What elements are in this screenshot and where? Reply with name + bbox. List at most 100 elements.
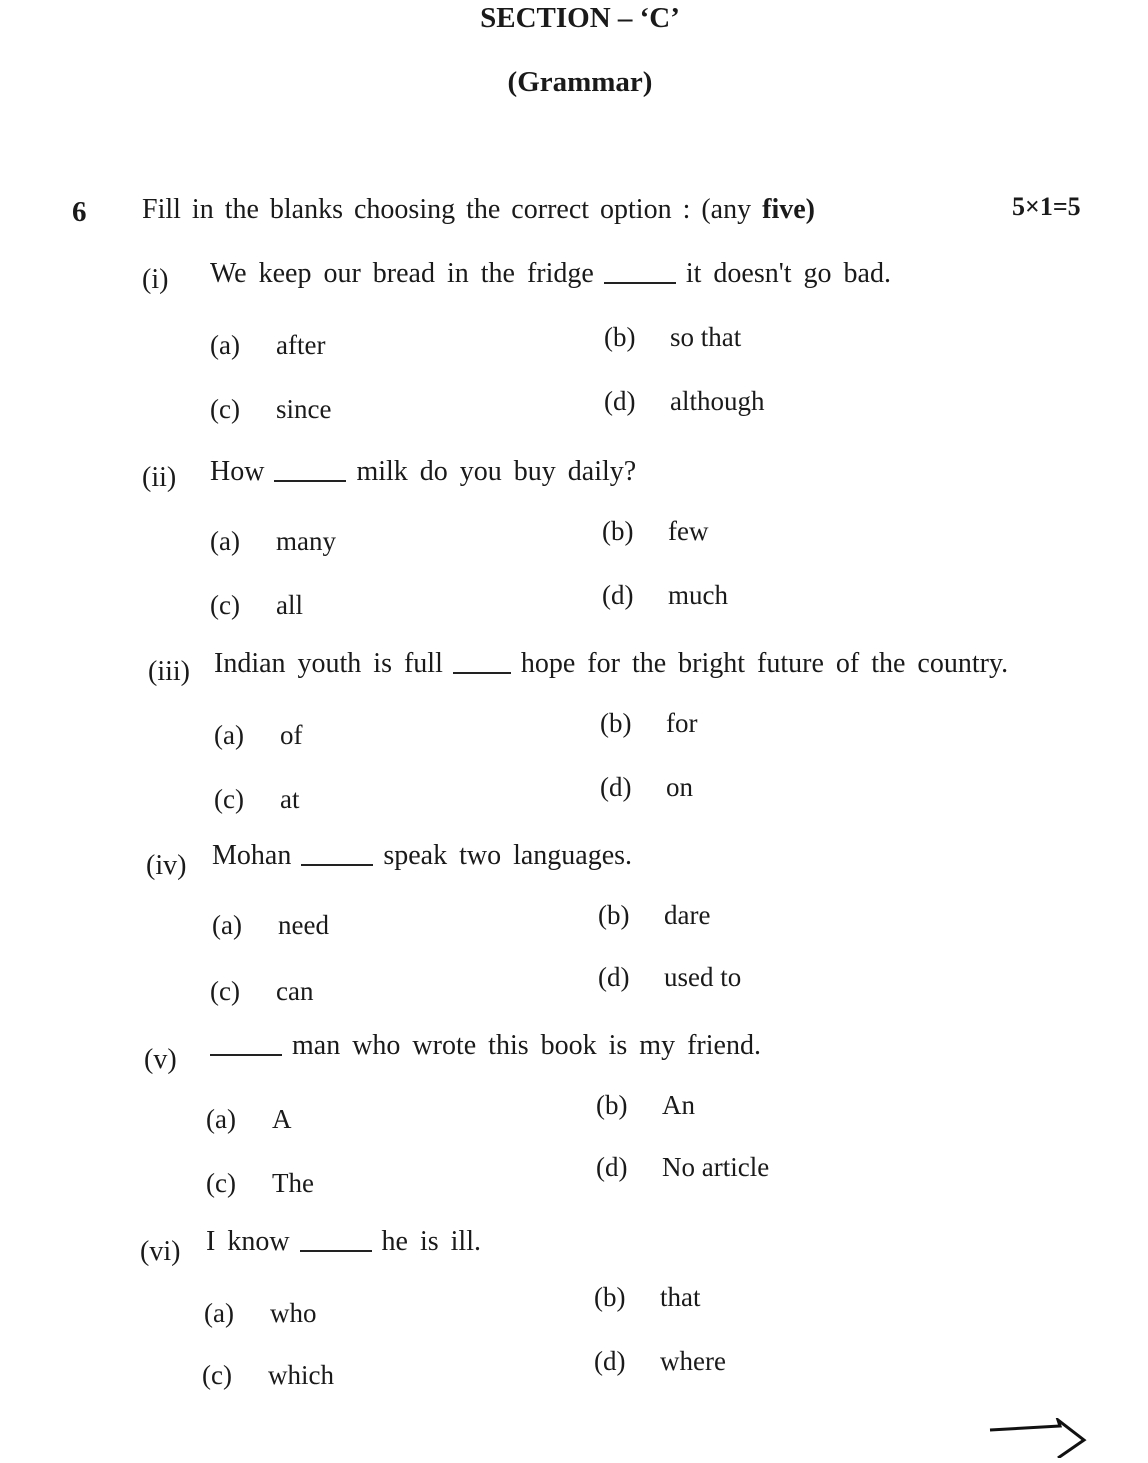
option-text: who — [270, 1298, 317, 1328]
option-b[interactable]: (b) dare — [598, 900, 710, 931]
item-label: (iv) — [146, 850, 187, 881]
option-text: An — [662, 1090, 695, 1120]
item-text-after: he is ill. — [381, 1226, 481, 1257]
option-text: of — [280, 720, 303, 750]
option-a[interactable]: (a) who — [204, 1298, 317, 1329]
option-c[interactable]: (c) The — [206, 1168, 314, 1199]
option-text: which — [268, 1360, 334, 1390]
option-label: (c) — [210, 976, 240, 1006]
item-text-after: it doesn't go bad. — [685, 258, 891, 289]
option-label: (d) — [602, 580, 634, 610]
option-d[interactable]: (d) where — [594, 1346, 726, 1377]
option-d[interactable]: (d) used to — [598, 962, 741, 993]
item-text: Indian youth is full hope for the bright … — [214, 648, 1008, 680]
marks: 5×1=5 — [1012, 192, 1081, 221]
item-label: (iii) — [148, 656, 190, 687]
blank — [299, 1230, 372, 1252]
option-a[interactable]: (a) of — [214, 720, 303, 751]
option-b[interactable]: (b) that — [594, 1282, 701, 1313]
option-text: so that — [670, 322, 742, 352]
option-text: on — [666, 772, 693, 802]
option-b[interactable]: (b) few — [602, 516, 708, 547]
right-arrow-icon — [988, 1415, 1088, 1463]
blank — [274, 460, 347, 482]
item-text-before: I know — [206, 1226, 290, 1257]
item-text: We keep our bread in the fridge it doesn'… — [210, 258, 891, 290]
option-b[interactable]: (b) An — [596, 1090, 695, 1121]
blank — [301, 844, 374, 866]
item-text-before: How — [210, 456, 265, 487]
option-d[interactable]: (d) on — [600, 772, 693, 803]
option-label: (c) — [214, 784, 244, 814]
option-text: although — [670, 386, 765, 416]
option-a[interactable]: (a) after — [210, 330, 325, 361]
option-label: (d) — [596, 1152, 628, 1182]
option-label: (a) — [214, 720, 244, 750]
item-text-before: Mohan — [212, 840, 292, 871]
item-text: man who wrote this book is my friend. — [210, 1030, 761, 1062]
option-label: (d) — [604, 386, 636, 416]
option-d[interactable]: (d) much — [602, 580, 728, 611]
option-text: A — [272, 1104, 292, 1134]
option-text: where — [660, 1346, 726, 1376]
option-a[interactable]: (a) need — [212, 910, 329, 941]
option-text: all — [276, 590, 303, 620]
option-text: No article — [662, 1152, 770, 1182]
option-text: few — [668, 516, 709, 546]
blank — [603, 262, 676, 284]
item-text: I know he is ill. — [206, 1226, 481, 1258]
option-label: (b) — [602, 516, 634, 546]
option-a[interactable]: (a) A — [206, 1104, 292, 1135]
blank — [452, 652, 511, 674]
option-label: (a) — [210, 526, 240, 556]
option-c[interactable]: (c) which — [202, 1360, 334, 1391]
option-text: much — [668, 580, 728, 610]
instruction-bold: five) — [762, 194, 815, 225]
option-label: (b) — [598, 900, 630, 930]
item-text-after: hope for the bright future of the countr… — [520, 648, 1009, 679]
option-label: (a) — [212, 910, 242, 940]
item-text-after: man who wrote this book is my friend. — [292, 1030, 761, 1061]
option-d[interactable]: (d) No article — [596, 1152, 769, 1183]
item-text-before: We keep our bread in the fridge — [210, 258, 594, 289]
option-text: at — [280, 784, 300, 814]
option-label: (a) — [204, 1298, 234, 1328]
item-label: (v) — [144, 1044, 177, 1075]
option-text: The — [272, 1168, 314, 1198]
section-title: SECTION – ‘C’ — [480, 2, 680, 34]
item-text-before: Indian youth is full — [214, 648, 443, 679]
option-c[interactable]: (c) all — [210, 590, 303, 621]
option-label: (b) — [596, 1090, 628, 1120]
option-d[interactable]: (d) although — [604, 386, 765, 417]
question-instruction: Fill in the blanks choosing the correct … — [142, 194, 815, 226]
option-a[interactable]: (a) many — [210, 526, 336, 557]
item-text: Mohan speak two languages. — [212, 840, 632, 872]
option-label: (b) — [600, 708, 632, 738]
option-text: for — [666, 708, 698, 738]
option-label: (a) — [206, 1104, 236, 1134]
section-subtitle: (Grammar) — [507, 66, 653, 98]
item-label: (ii) — [142, 462, 177, 493]
option-label: (d) — [598, 962, 630, 992]
option-c[interactable]: (c) at — [214, 784, 300, 815]
option-text: need — [278, 910, 329, 940]
option-c[interactable]: (c) can — [210, 976, 313, 1007]
item-text-after: speak two languages. — [383, 840, 633, 871]
option-label: (a) — [210, 330, 240, 360]
option-text: many — [276, 526, 336, 556]
instruction-text: Fill in the blanks choosing the correct … — [142, 194, 752, 225]
item-label: (i) — [142, 264, 169, 295]
option-text: dare — [664, 900, 711, 930]
option-label: (c) — [206, 1168, 236, 1198]
option-text: since — [276, 394, 332, 424]
option-b[interactable]: (b) so that — [604, 322, 741, 353]
option-c[interactable]: (c) since — [210, 394, 331, 425]
option-b[interactable]: (b) for — [600, 708, 697, 739]
option-text: can — [276, 976, 314, 1006]
blank — [210, 1034, 282, 1056]
option-text: used to — [664, 962, 742, 992]
option-label: (b) — [604, 322, 636, 352]
item-text-after: milk do you buy daily? — [356, 456, 637, 487]
option-label: (c) — [210, 394, 240, 424]
option-label: (c) — [210, 590, 240, 620]
